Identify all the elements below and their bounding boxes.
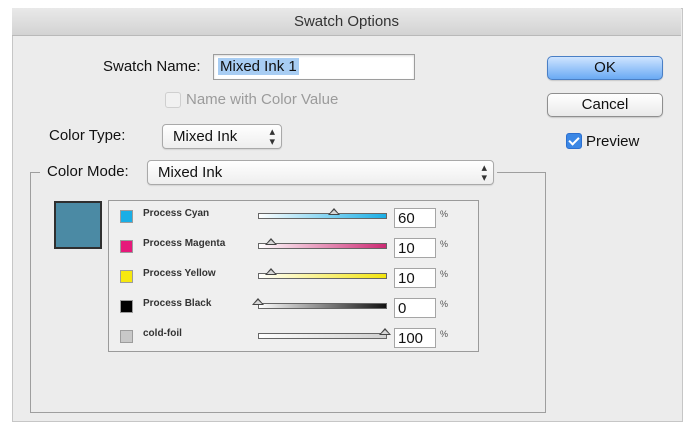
percent-sign: %: [440, 239, 449, 249]
ink-slider-track[interactable]: [258, 333, 387, 339]
ink-percent-input[interactable]: 60: [394, 208, 436, 228]
swatch-name-value: Mixed Ink 1: [218, 58, 299, 75]
ok-button[interactable]: OK: [547, 56, 663, 80]
ink-slider-thumb-icon[interactable]: [264, 238, 277, 245]
percent-sign: %: [440, 299, 449, 309]
ink-mix-panel: Process Cyan 60 % Process Magenta 10 % P…: [108, 200, 479, 352]
percent-sign: %: [440, 209, 449, 219]
ink-name: Process Magenta: [143, 238, 226, 249]
ink-row: Process Cyan 60 %: [109, 201, 478, 231]
ink-color-chip: [120, 330, 133, 343]
name-with-color-value-checkbox[interactable]: [165, 92, 181, 108]
ink-slider-thumb-icon[interactable]: [264, 268, 277, 275]
ink-percent-input[interactable]: 100: [394, 328, 436, 348]
ink-color-chip: [120, 270, 133, 283]
color-type-value: Mixed Ink: [173, 128, 238, 145]
ink-slider-thumb-icon[interactable]: [379, 328, 391, 335]
ink-color-chip: [120, 300, 133, 313]
ink-row: Process Yellow 10 %: [109, 261, 478, 291]
updown-arrows-icon: ▴ ▾: [269, 126, 275, 148]
ink-percent-input[interactable]: 0: [394, 298, 436, 318]
ink-row: Process Magenta 10 %: [109, 231, 478, 261]
ink-slider-track[interactable]: [258, 273, 387, 279]
ink-name: Process Black: [143, 298, 212, 309]
updown-arrows-icon: ▴ ▾: [481, 162, 487, 184]
ink-row: Process Black 0 %: [109, 291, 478, 321]
color-type-select[interactable]: Mixed Ink ▴ ▾: [162, 124, 282, 149]
ink-slider-thumb-icon[interactable]: [328, 208, 341, 215]
ink-slider-track[interactable]: [258, 213, 387, 219]
percent-sign: %: [440, 329, 449, 339]
swatch-name-label: Swatch Name:: [103, 58, 201, 75]
color-type-label: Color Type:: [49, 127, 126, 144]
percent-sign: %: [440, 269, 449, 279]
cancel-button[interactable]: Cancel: [547, 93, 663, 117]
preview-checkbox[interactable]: [566, 133, 582, 149]
ink-slider-thumb-icon[interactable]: [252, 298, 264, 305]
preview-label: Preview: [586, 133, 640, 150]
ink-name: Process Cyan: [143, 208, 210, 219]
ink-name: Process Yellow: [143, 268, 216, 279]
dialog-title: Swatch Options: [12, 8, 681, 36]
swatch-preview: [54, 201, 102, 249]
ink-name: cold-foil: [143, 328, 182, 339]
color-mode-select[interactable]: Mixed Ink ▴ ▾: [147, 160, 494, 185]
name-with-color-value-label: Name with Color Value: [186, 91, 339, 108]
ink-color-chip: [120, 210, 133, 223]
ink-row: cold-foil 100 %: [109, 321, 478, 351]
ink-slider-track[interactable]: [258, 303, 387, 309]
color-mode-label: Color Mode:: [47, 163, 129, 180]
ink-percent-input[interactable]: 10: [394, 238, 436, 258]
color-mode-value: Mixed Ink: [158, 164, 223, 181]
ink-percent-input[interactable]: 10: [394, 268, 436, 288]
ink-color-chip: [120, 240, 133, 253]
swatch-name-input[interactable]: Mixed Ink 1: [213, 54, 415, 80]
ink-slider-track[interactable]: [258, 243, 387, 249]
